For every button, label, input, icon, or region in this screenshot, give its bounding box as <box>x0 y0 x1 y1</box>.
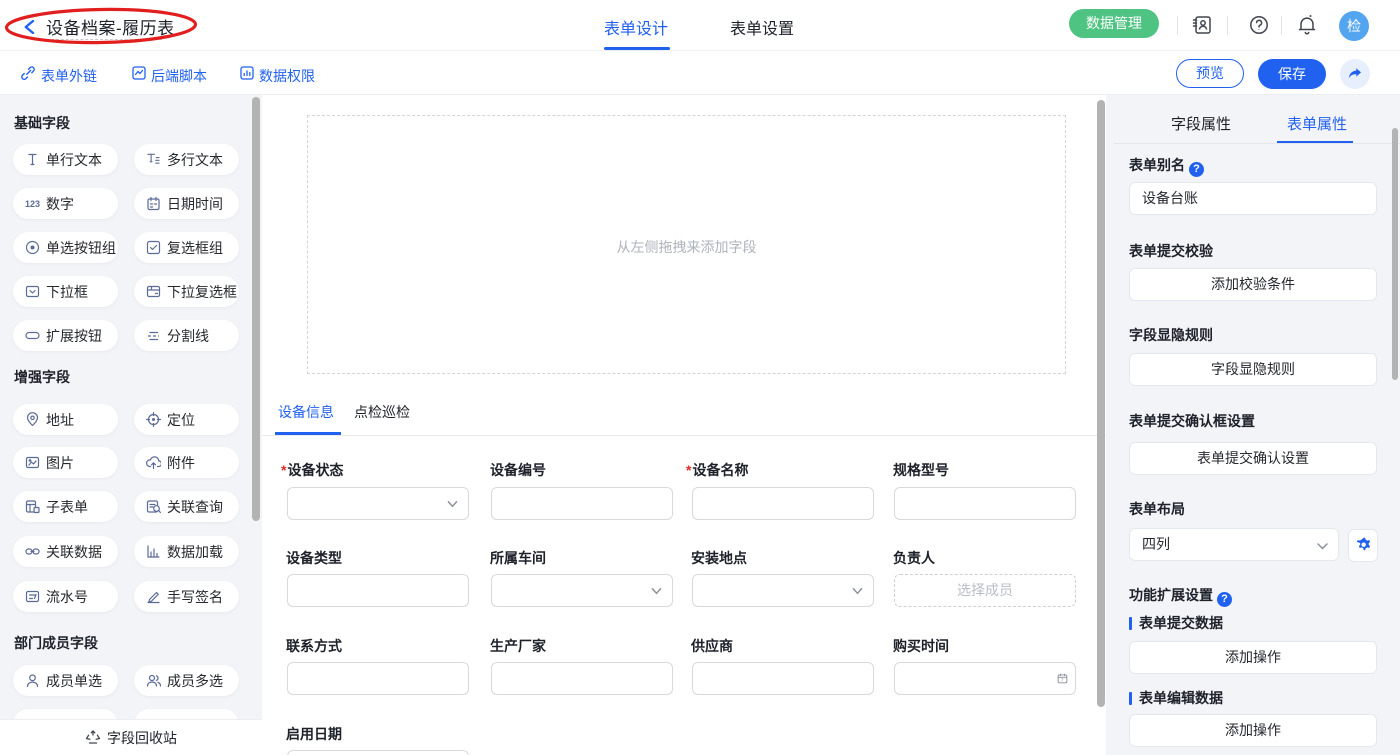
svg-text:123: 123 <box>25 199 40 209</box>
svg-text:7: 7 <box>1061 678 1064 683</box>
